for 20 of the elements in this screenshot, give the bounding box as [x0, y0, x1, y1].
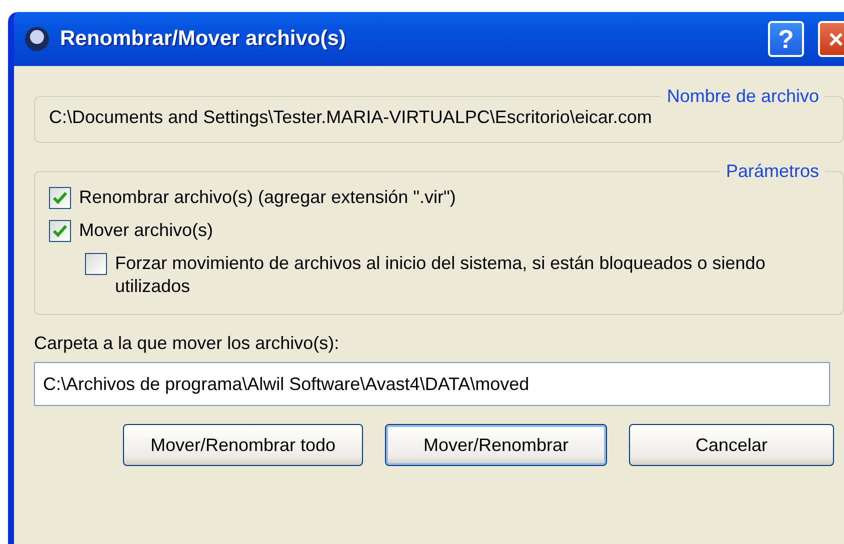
checkmark-icon	[53, 225, 67, 237]
group-legend: Parámetros	[720, 161, 825, 182]
option-label: Renombrar archivo(s) (agregar extensión ".vir")	[79, 186, 456, 209]
group-legend: Nombre de archivo	[660, 86, 825, 107]
option-label: Forzar movimiento de archivos al inicio del sistema, si están bloqueados o siendo utilizados	[115, 252, 766, 298]
dialog-button[interactable]: Mover/Renombrar	[385, 424, 607, 466]
window-title: Renombrar/Mover archivo(s)	[60, 27, 347, 51]
checkbox[interactable]	[49, 220, 71, 242]
folder-label: Carpeta a la que mover los archivo(s):	[34, 333, 340, 354]
folder-field[interactable]: C:\Archivos de programa\Alwil Software\Avast4\DATA\moved	[34, 362, 830, 406]
help-button[interactable]: ?	[768, 21, 804, 57]
checkmark-icon	[53, 192, 67, 204]
dialog-button[interactable]: Cancelar	[629, 424, 834, 466]
file-path: C:\Documents and Settings\Tester.MARIA-VIRTUALPC\Escritorio\eicar.com	[49, 107, 652, 127]
dialog-button[interactable]: Mover/Renombrar todo	[123, 424, 363, 466]
app-icon	[24, 26, 50, 52]
close-button[interactable]: ×	[818, 21, 844, 57]
checkbox[interactable]	[49, 187, 71, 209]
checkbox[interactable]	[85, 253, 107, 275]
option-label: Mover archivo(s)	[79, 219, 214, 242]
